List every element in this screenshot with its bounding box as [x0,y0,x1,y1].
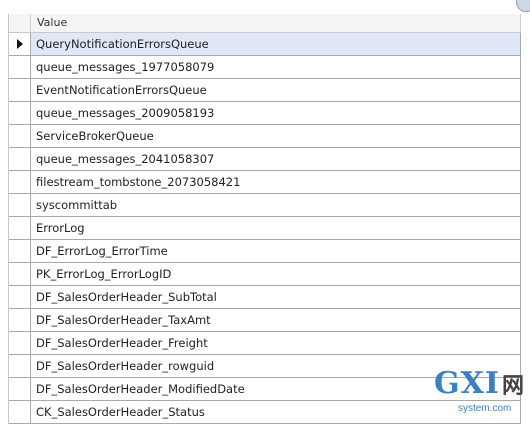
value-cell[interactable]: DF_SalesOrderHeader_Freight [31,332,521,354]
current-row-arrow-icon [16,39,23,49]
row-header[interactable] [9,56,31,78]
row-header[interactable] [9,217,31,239]
window-corner-button[interactable] [516,0,530,12]
table-row[interactable]: ServiceBrokerQueue [9,125,521,148]
row-header[interactable] [9,309,31,331]
results-grid: Value QueryNotificationErrorsQueue queue_… [8,14,521,424]
row-header[interactable] [9,286,31,308]
value-cell[interactable]: EventNotificationErrorsQueue [31,79,521,101]
value-cell[interactable]: filestream_tombstone_2073058421 [31,171,521,193]
value-cell[interactable]: queue_messages_1977058079 [31,56,521,78]
table-row[interactable]: queue_messages_2009058193 [9,102,521,125]
row-header[interactable] [9,332,31,354]
watermark-logo-suffix: 网 [501,374,524,399]
row-header[interactable] [9,79,31,101]
row-header[interactable] [9,355,31,377]
watermark-logo: GXI 网 system.com [432,366,524,414]
row-header[interactable] [9,102,31,124]
table-row[interactable]: QueryNotificationErrorsQueue [9,33,521,56]
value-cell[interactable]: DF_ErrorLog_ErrorTime [31,240,521,262]
table-row[interactable]: EventNotificationErrorsQueue [9,79,521,102]
value-cell[interactable]: ErrorLog [31,217,521,239]
row-header[interactable] [9,240,31,262]
row-header[interactable] [9,171,31,193]
value-cell[interactable]: PK_ErrorLog_ErrorLogID [31,263,521,285]
grid-corner-cell[interactable] [9,14,31,32]
table-row[interactable]: queue_messages_2041058307 [9,148,521,171]
row-header[interactable] [9,33,31,55]
table-row[interactable]: syscommittab [9,194,521,217]
table-row[interactable]: queue_messages_1977058079 [9,56,521,79]
value-cell[interactable]: ServiceBrokerQueue [31,125,521,147]
value-cell[interactable]: queue_messages_2009058193 [31,102,521,124]
row-header[interactable] [9,378,31,400]
table-row[interactable]: DF_SalesOrderHeader_TaxAmt [9,309,521,332]
column-header-value[interactable]: Value [31,14,521,32]
value-cell[interactable]: queue_messages_2041058307 [31,148,521,170]
row-header[interactable] [9,263,31,285]
row-header[interactable] [9,148,31,170]
grid-header-row: Value [9,14,521,33]
table-row[interactable]: filestream_tombstone_2073058421 [9,171,521,194]
watermark-site: system.com [458,403,512,414]
value-cell[interactable]: syscommittab [31,194,521,216]
row-header[interactable] [9,125,31,147]
table-row[interactable]: PK_ErrorLog_ErrorLogID [9,263,521,286]
row-header[interactable] [9,194,31,216]
value-cell[interactable]: QueryNotificationErrorsQueue [31,33,521,55]
table-row[interactable]: DF_SalesOrderHeader_Freight [9,332,521,355]
table-row[interactable]: DF_SalesOrderHeader_SubTotal [9,286,521,309]
value-cell[interactable]: DF_SalesOrderHeader_SubTotal [31,286,521,308]
table-row[interactable]: DF_ErrorLog_ErrorTime [9,240,521,263]
table-row[interactable]: ErrorLog [9,217,521,240]
value-cell[interactable]: DF_SalesOrderHeader_TaxAmt [31,309,521,331]
watermark-logo-text: GXI [434,366,500,401]
